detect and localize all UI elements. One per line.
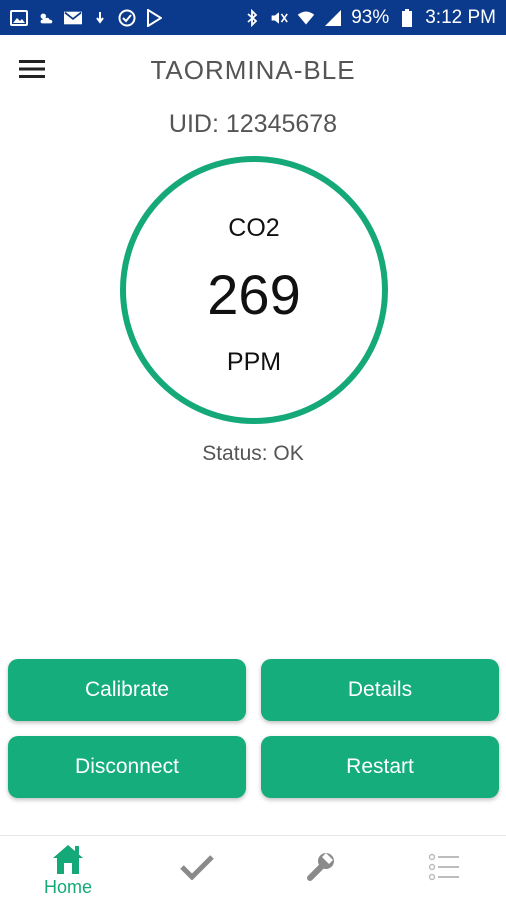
status-bar: 93% 3:12 PM: [0, 0, 506, 35]
weather-icon: [37, 9, 55, 27]
nav-list[interactable]: [381, 836, 506, 900]
download-icon: [91, 9, 109, 27]
mail-icon: [64, 9, 82, 27]
nav-home-label: Home: [43, 877, 92, 897]
bluetooth-icon: [243, 8, 261, 27]
image-icon: [10, 9, 28, 27]
check-icon: [180, 851, 214, 883]
gauge-value: 269: [207, 263, 301, 326]
nav-tools[interactable]: [258, 836, 384, 900]
list-icon: [428, 851, 460, 883]
clock: 3:12 PM: [425, 6, 496, 28]
details-button[interactable]: Details: [261, 659, 499, 721]
battery-icon: [398, 8, 416, 27]
battery-percent: 93%: [351, 6, 390, 28]
status-bar-notifications: [10, 8, 163, 27]
sensor-status: Status: OK: [202, 442, 304, 465]
app-bar: TAORMINA-BLE: [0, 35, 506, 107]
bottom-navigation: Home: [0, 835, 506, 900]
home-icon: [51, 843, 85, 875]
calibrate-button[interactable]: Calibrate: [8, 659, 246, 721]
nav-check[interactable]: [134, 836, 260, 900]
gauge-unit: PPM: [226, 348, 282, 376]
wifi-icon: [297, 9, 315, 27]
play-store-icon: [145, 8, 163, 27]
co2-gauge: CO2 269 PPM: [120, 156, 388, 424]
gauge-label: CO2: [228, 214, 280, 242]
restart-button[interactable]: Restart: [261, 736, 499, 798]
device-uid: UID: 12345678: [168, 110, 338, 138]
disconnect-button[interactable]: Disconnect: [8, 736, 246, 798]
signal-icon: [324, 9, 342, 27]
check-circle-icon: [118, 9, 136, 27]
app-title: TAORMINA-BLE: [150, 55, 356, 85]
nav-home[interactable]: Home: [5, 836, 131, 900]
status-bar-system: 93% 3:12 PM: [243, 7, 496, 29]
wrench-icon: [305, 851, 337, 883]
mute-icon: [270, 9, 289, 27]
